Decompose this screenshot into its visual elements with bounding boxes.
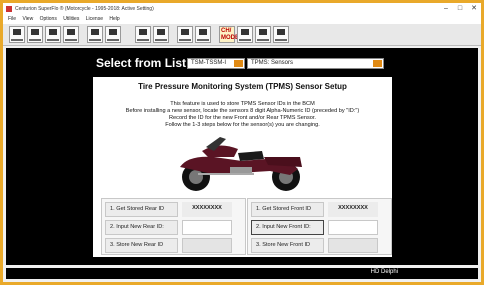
tool-icon	[259, 29, 267, 35]
toolbar-button-1[interactable]	[9, 26, 25, 43]
tool-icon	[67, 29, 75, 35]
front-stored-id: XXXXXXXX	[328, 202, 378, 217]
toolbar-button-8[interactable]	[153, 26, 169, 43]
toolbar-button-4[interactable]	[63, 26, 79, 43]
function-dropdown-value: TPMS: Sensors	[251, 60, 294, 66]
menu-license[interactable]: License	[86, 16, 103, 22]
toolbar-button-9[interactable]	[177, 26, 193, 43]
status-bar: HD Delphi	[6, 268, 478, 279]
store-front-id-button[interactable]: 3. Store New Front ID	[251, 238, 324, 253]
title-bar: Centurion SuperFlo ® (Motorcycle - 1995-…	[3, 3, 481, 15]
get-front-id-button[interactable]: 1. Get Stored Front ID	[251, 202, 324, 217]
menu-help[interactable]: Help	[109, 16, 119, 22]
toolbar-button-13[interactable]	[255, 26, 271, 43]
front-store-result	[328, 238, 378, 253]
ch-mode-button[interactable]: CH/MODE	[219, 26, 239, 43]
motorcycle-icon	[181, 29, 189, 35]
toolbar-button-6[interactable]	[105, 26, 121, 43]
instructions: This feature is used to store TPMS Senso…	[125, 101, 360, 128]
rear-stored-id: XXXXXXXX	[182, 202, 232, 217]
app-icon	[6, 6, 12, 12]
panel-title: Tire Pressure Monitoring System (TPMS) S…	[138, 82, 347, 91]
menu-file[interactable]: File	[8, 16, 16, 22]
toolbar-button-12[interactable]	[237, 26, 253, 43]
document-icon	[157, 29, 165, 35]
tool-icon	[199, 29, 207, 35]
menu-bar: File View Options Utilities License Help	[3, 15, 481, 24]
chevron-down-icon[interactable]	[234, 60, 243, 67]
toolbar-button-5[interactable]	[87, 26, 103, 43]
status-text: HD Delphi	[370, 269, 398, 275]
front-id-input[interactable]	[328, 220, 378, 235]
close-icon[interactable]: ✕	[467, 3, 481, 15]
toolbar-button-2[interactable]	[27, 26, 43, 43]
get-rear-id-button[interactable]: 1. Get Stored Rear ID	[105, 202, 178, 217]
toolbar: CH/MODE	[3, 24, 481, 46]
input-front-id-label: 2. Input New Front ID:	[251, 220, 324, 235]
toolbar-button-14[interactable]	[273, 26, 289, 43]
chevron-down-icon[interactable]	[373, 60, 382, 67]
tool-icon	[241, 29, 249, 35]
toolbar-button-10[interactable]	[195, 26, 211, 43]
menu-view[interactable]: View	[22, 16, 33, 22]
function-dropdown[interactable]: TPMS: Sensors	[247, 58, 384, 69]
tool-icon	[13, 29, 21, 35]
rear-sensor-box: 1. Get Stored Rear ID XXXXXXXX 2. Input …	[101, 198, 246, 255]
minimize-icon[interactable]: –	[439, 3, 453, 15]
motorcycle-image	[180, 137, 302, 191]
tool-icon	[91, 29, 99, 35]
tool-icon	[31, 29, 39, 35]
printer-icon	[139, 29, 147, 35]
input-rear-id-label: 2. Input New Rear ID:	[105, 220, 178, 235]
store-rear-id-button[interactable]: 3. Store New Rear ID	[105, 238, 178, 253]
toolbar-button-3[interactable]	[45, 26, 61, 43]
tpms-panel: Tire Pressure Monitoring System (TPMS) S…	[93, 77, 392, 257]
menu-utilities[interactable]: Utilities	[63, 16, 79, 22]
select-label: Select from List:	[96, 56, 191, 70]
window-title: Centurion SuperFlo ® (Motorcycle - 1995-…	[15, 6, 154, 12]
rear-store-result	[182, 238, 232, 253]
front-sensor-box: 1. Get Stored Front ID XXXXXXXX 2. Input…	[247, 198, 392, 255]
module-dropdown-value: TSM-TSSM-I	[191, 60, 226, 66]
main-area: Select from List: TSM-TSSM-I TPMS: Senso…	[6, 48, 478, 265]
toolbar-button-7[interactable]	[135, 26, 151, 43]
app-window: Centurion SuperFlo ® (Motorcycle - 1995-…	[3, 3, 481, 282]
tool-icon	[277, 29, 285, 35]
rear-id-input[interactable]	[182, 220, 232, 235]
tool-icon	[109, 29, 117, 35]
maximize-icon[interactable]: □	[453, 3, 467, 15]
tool-icon	[49, 29, 57, 35]
module-dropdown[interactable]: TSM-TSSM-I	[187, 58, 245, 69]
menu-options[interactable]: Options	[40, 16, 57, 22]
